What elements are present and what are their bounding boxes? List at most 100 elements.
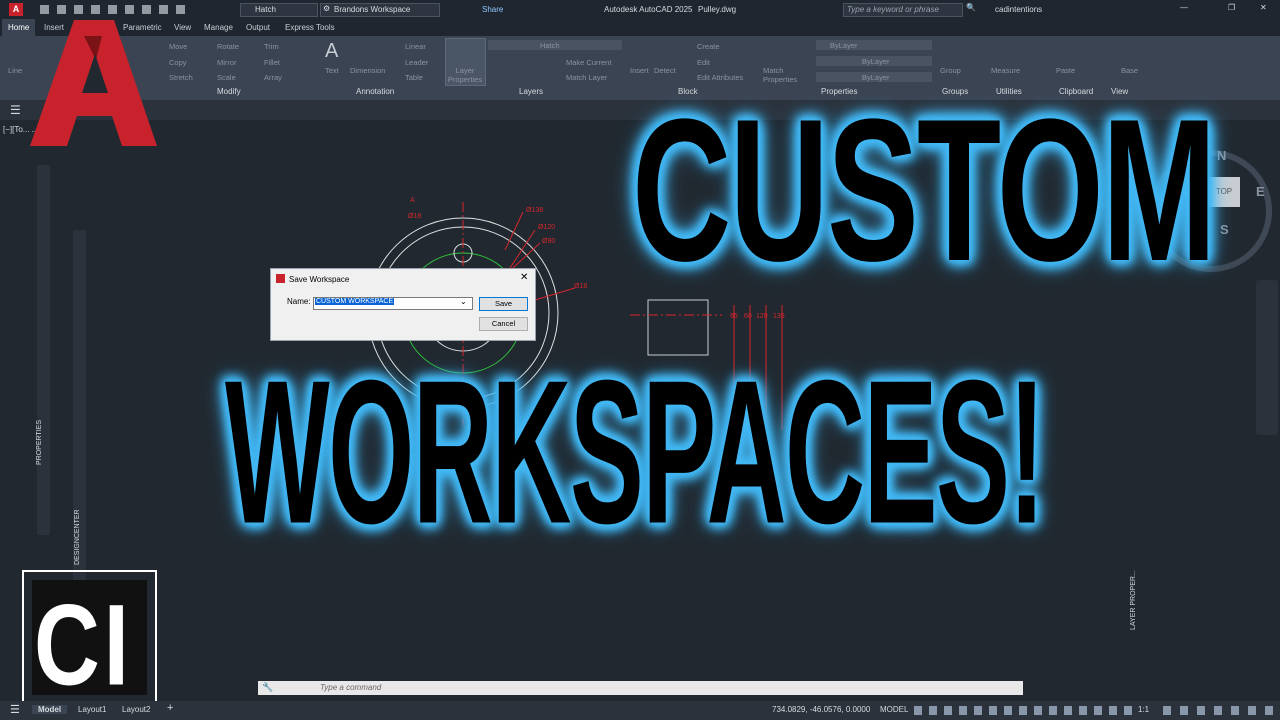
command-settings-icon[interactable]: 🔧 [262, 682, 273, 693]
tab-output[interactable]: Output [246, 23, 270, 32]
channel-logo: CI [22, 570, 157, 710]
add-layout-icon[interactable]: + [167, 702, 173, 714]
panel-layers[interactable]: Layers [519, 87, 543, 96]
cancel-button[interactable]: Cancel [479, 317, 528, 331]
search-input[interactable]: Type a keyword or phrase [843, 3, 963, 17]
ribbon-layer-properties[interactable]: Layer Properties [446, 66, 484, 84]
ribbon-create[interactable]: Create [697, 42, 720, 51]
logo-text: CI [34, 581, 133, 710]
ribbon-measure[interactable]: Measure [991, 66, 1020, 75]
ribbon-paste[interactable]: Paste [1056, 66, 1075, 75]
ribbon-dimension[interactable]: Dimension [350, 66, 385, 75]
quick-access-icons[interactable] [40, 5, 190, 14]
ribbon-insert[interactable]: Insert [630, 66, 649, 75]
menu-icon[interactable]: ☰ [10, 103, 21, 117]
color-bylayer: ByLayer [830, 41, 858, 50]
ribbon-leader[interactable]: Leader [405, 58, 428, 67]
label-dia-120: Ø120 [538, 224, 556, 231]
app-title: Autodesk AutoCAD 2025 [604, 5, 693, 14]
ribbon-group[interactable]: Group [940, 66, 961, 75]
layer-properties-palette-label: LAYER PROPER... [1130, 570, 1137, 630]
leader-2 [509, 229, 536, 269]
ribbon-layer-hatch: Hatch [540, 41, 560, 50]
designcenter-palette-label: DESIGNCENTER [74, 509, 81, 565]
user-name[interactable]: cadintentions [995, 5, 1042, 14]
workspace-name-selection: CUSTOM WORKSPACE [315, 298, 395, 305]
workspace-dropdown[interactable]: ⚙ Brandons Workspace [320, 3, 440, 17]
ribbon-make-current[interactable]: Make Current [566, 58, 611, 67]
gear-icon: ⚙ [323, 4, 331, 13]
viewcube-south[interactable]: S [1220, 222, 1229, 237]
ribbon-linear[interactable]: Linear [405, 42, 426, 51]
dialog-close-icon[interactable]: ✕ [520, 272, 528, 283]
viewcube-east[interactable]: E [1256, 184, 1265, 199]
label-dia-18-top: Ø18 [408, 213, 422, 220]
minimize-icon[interactable]: — [1180, 3, 1188, 12]
text-icon[interactable]: A [325, 40, 338, 63]
autocad-logo [30, 20, 157, 146]
search-icon[interactable]: 🔍 [966, 3, 976, 12]
name-label: Name: [287, 297, 311, 306]
ribbon-table[interactable]: Table [405, 73, 423, 82]
label-dim-65: 65 [730, 313, 738, 320]
tab-view[interactable]: View [174, 23, 191, 32]
properties-palette[interactable] [37, 165, 50, 535]
restore-icon[interactable]: ❐ [1228, 3, 1235, 12]
label-dia-90: Ø90 [542, 238, 556, 245]
label-a: A [410, 197, 415, 204]
viewcube-north[interactable]: N [1217, 148, 1226, 163]
ribbon-move[interactable]: Move [169, 42, 187, 51]
label-dim-135: 135 [773, 313, 785, 320]
status-right-icons[interactable] [1163, 706, 1273, 715]
ribbon-text[interactable]: Text [325, 66, 339, 75]
ribbon-base[interactable]: Base [1121, 66, 1138, 75]
dropdown-chevron-icon[interactable]: ⌄ [460, 297, 467, 306]
coordinates-readout: 734.0829, -46.0576, 0.0000 [772, 705, 871, 714]
ribbon-rotate[interactable]: Rotate [217, 42, 239, 51]
tab-layout2[interactable]: Layout2 [122, 705, 150, 714]
tab-express-tools[interactable]: Express Tools [285, 23, 335, 32]
linetype-bylayer: ByLayer [862, 57, 890, 66]
share-button[interactable]: Share [482, 5, 503, 14]
annotation-scale[interactable]: 1:1 [1138, 705, 1149, 714]
ribbon-line[interactable]: Line [8, 66, 22, 75]
ribbon-trim[interactable]: Trim [264, 42, 279, 51]
title-bar: A Hatch ⚙ Brandons Workspace Share Autod… [0, 0, 1280, 19]
ribbon-tabs: Home Insert Parametric View Manage Outpu… [0, 19, 1280, 36]
ribbon-edit[interactable]: Edit [697, 58, 710, 67]
tab-layout1[interactable]: Layout1 [78, 705, 106, 714]
document-name: Pulley.dwg [698, 5, 737, 14]
ribbon-detect[interactable]: Detect [654, 66, 676, 75]
dialog-app-icon [276, 274, 285, 283]
label-dia-18-right: Ø18 [574, 283, 588, 290]
save-workspace-dialog: Save Workspace ✕ Name: CUSTOM WORKSPACE … [270, 268, 536, 341]
panel-annotation[interactable]: Annotation [356, 87, 394, 96]
headline-workspaces: WORKSPACES! [225, 337, 1045, 567]
menu-icon-bottom[interactable]: ☰ [10, 703, 20, 716]
label-dim-120: 120 [756, 313, 768, 320]
ribbon-stretch[interactable]: Stretch [169, 73, 193, 82]
save-button[interactable]: Save [479, 297, 528, 311]
close-icon[interactable]: ✕ [1260, 3, 1267, 12]
status-bar: ☰ Model Layout1 Layout2 + 734.0829, -46.… [0, 701, 1280, 720]
dialog-title: Save Workspace [289, 275, 350, 284]
app-menu-icon[interactable]: A [9, 3, 23, 16]
model-space-toggle[interactable]: MODEL [880, 705, 908, 714]
ribbon-array[interactable]: Array [264, 73, 282, 82]
ribbon-scale[interactable]: Scale [217, 73, 236, 82]
headline-custom: CUSTOM [632, 77, 1217, 304]
tab-manage[interactable]: Manage [204, 23, 233, 32]
navigation-bar[interactable] [1256, 280, 1278, 435]
panel-modify[interactable]: Modify [217, 87, 241, 96]
ribbon-fillet[interactable]: Fillet [264, 58, 280, 67]
drafting-aids-icons[interactable] [914, 706, 1134, 715]
layer-dropdown[interactable]: Hatch [240, 3, 318, 17]
command-line[interactable]: 🔧 Type a command [258, 681, 1023, 695]
label-dia-138: Ø138 [526, 207, 544, 214]
label-dim-60: 60 [744, 313, 752, 320]
ribbon-match-layer[interactable]: Match Layer [566, 73, 607, 82]
tab-model[interactable]: Model [32, 705, 68, 714]
ribbon-copy[interactable]: Copy [169, 58, 187, 67]
properties-palette-label: PROPERTIES [36, 420, 43, 465]
ribbon-mirror[interactable]: Mirror [217, 58, 237, 67]
